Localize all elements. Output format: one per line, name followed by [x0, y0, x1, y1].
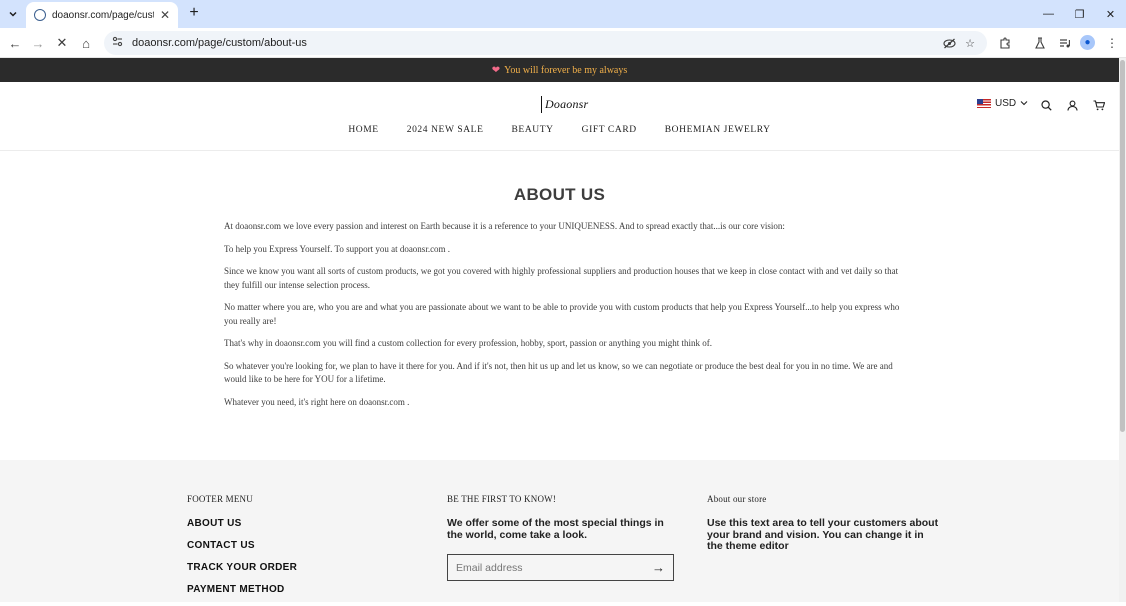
about-paragraph: Whatever you need, it's right here on do…	[224, 396, 410, 407]
about-paragraph: To help you Express Yourself. To support…	[224, 243, 451, 254]
footer-link-payment-method[interactable]: PAYMENT METHOD	[187, 584, 297, 595]
store-logo[interactable]: Doaonsr	[541, 96, 588, 113]
window-controls: — ❐ ✕	[1033, 0, 1126, 28]
restore-icon[interactable]: ❐	[1064, 0, 1095, 28]
shopping-cart-icon[interactable]	[1092, 98, 1106, 112]
tab-strip: doaonsr.com/page/custom/abo ✕ + — ❐ ✕	[0, 0, 1126, 28]
about-store-column: About our store Use this text area to te…	[707, 494, 939, 553]
browser-toolbar: ← → ✕ ⌂ doaonsr.com/page/custom/about-us…	[0, 28, 1126, 58]
nav-beauty[interactable]: BEAUTY	[511, 125, 553, 135]
currency-label: USD	[995, 98, 1017, 109]
nav-gift-card[interactable]: GIFT CARD	[582, 125, 637, 135]
footer-link-about-us[interactable]: ABOUT US	[187, 518, 297, 529]
site-footer: FOOTER MENU ABOUT US CONTACT US TRACK YO…	[0, 460, 1119, 602]
search-icon[interactable]	[1039, 98, 1053, 112]
newsletter-text: We offer some of the most special things…	[447, 517, 664, 541]
arrow-right-icon[interactable]: →	[652, 560, 665, 575]
about-paragraph: Since we know you want all sorts of cust…	[224, 266, 899, 290]
newsletter-form: →	[447, 554, 674, 581]
about-paragraph: That's why in doaonsr.com you will find …	[224, 338, 712, 348]
minimize-icon[interactable]: —	[1033, 0, 1064, 28]
forward-arrow-icon[interactable]: →	[29, 34, 47, 52]
store-header: Doaonsr USD HOME 2024 NEW SALE BEAUTY GI…	[0, 82, 1119, 151]
address-bar[interactable]: doaonsr.com/page/custom/about-us ☆	[104, 31, 987, 55]
site-info-tune-icon[interactable]	[112, 36, 123, 50]
announcement-bar: ❤ You will forever be my always	[0, 58, 1119, 82]
about-store-heading: About our store	[707, 494, 767, 504]
announcement-text: You will forever be my always	[504, 64, 628, 76]
nav-home[interactable]: HOME	[348, 125, 378, 135]
browser-tab-active[interactable]: doaonsr.com/page/custom/abo ✕	[26, 2, 178, 28]
about-content: At doaonsr.com we love every passion and…	[224, 220, 900, 418]
about-paragraph: So whatever you're looking for, we plan …	[224, 360, 893, 385]
extensions-puzzle-icon[interactable]	[996, 34, 1014, 52]
page-title: ABOUT US	[513, 185, 606, 204]
newsletter-heading: BE THE FIRST TO KNOW!	[447, 494, 557, 504]
footer-menu-column: FOOTER MENU ABOUT US CONTACT US TRACK YO…	[187, 494, 297, 606]
main-navigation: HOME 2024 NEW SALE BEAUTY GIFT CARD BOHE…	[0, 125, 1119, 135]
labs-flask-icon[interactable]	[1031, 34, 1049, 52]
about-paragraph: At doaonsr.com we love every passion and…	[224, 221, 785, 231]
currency-selector[interactable]: USD	[977, 98, 1028, 109]
back-arrow-icon[interactable]: ←	[6, 34, 24, 52]
url-text[interactable]: doaonsr.com/page/custom/about-us	[132, 37, 937, 49]
about-paragraph: No matter where you are, who you are and…	[224, 302, 900, 326]
footer-link-contact-us[interactable]: CONTACT US	[187, 540, 297, 551]
home-icon[interactable]: ⌂	[77, 34, 95, 52]
more-vertical-icon[interactable]: ⋮	[1103, 34, 1121, 52]
tab-close-icon[interactable]: ✕	[158, 8, 172, 22]
page-scrollbar[interactable]	[1119, 58, 1126, 602]
about-store-text: Use this text area to tell your customer…	[707, 517, 939, 552]
new-tab-plus-icon[interactable]: +	[186, 5, 202, 21]
email-input[interactable]	[456, 561, 652, 574]
bookmark-star-icon[interactable]: ☆	[961, 34, 979, 52]
footer-menu-heading: FOOTER MENU	[187, 494, 253, 504]
chevron-down-icon	[1020, 99, 1028, 108]
nav-2024-new-sale[interactable]: 2024 NEW SALE	[407, 125, 484, 135]
newsletter-column: BE THE FIRST TO KNOW! We offer some of t…	[447, 494, 677, 581]
eye-slash-icon[interactable]	[940, 34, 958, 52]
tab-search-chevron-down-icon[interactable]	[4, 5, 22, 23]
site-favicon-icon	[34, 9, 46, 21]
nav-bohemian-jewelry[interactable]: BOHEMIAN JEWELRY	[665, 125, 771, 135]
scrollbar-thumb[interactable]	[1120, 60, 1125, 432]
footer-link-track-order[interactable]: TRACK YOUR ORDER	[187, 562, 297, 573]
account-user-icon[interactable]	[1065, 98, 1079, 112]
profile-avatar-icon[interactable]: ●	[1080, 35, 1095, 50]
media-queue-icon[interactable]	[1056, 34, 1074, 52]
us-flag-icon	[977, 99, 991, 108]
stop-loading-icon[interactable]: ✕	[53, 34, 71, 52]
tab-title: doaonsr.com/page/custom/abo	[52, 9, 154, 21]
heart-icon: ❤	[491, 64, 501, 76]
window-close-icon[interactable]: ✕	[1095, 0, 1126, 28]
